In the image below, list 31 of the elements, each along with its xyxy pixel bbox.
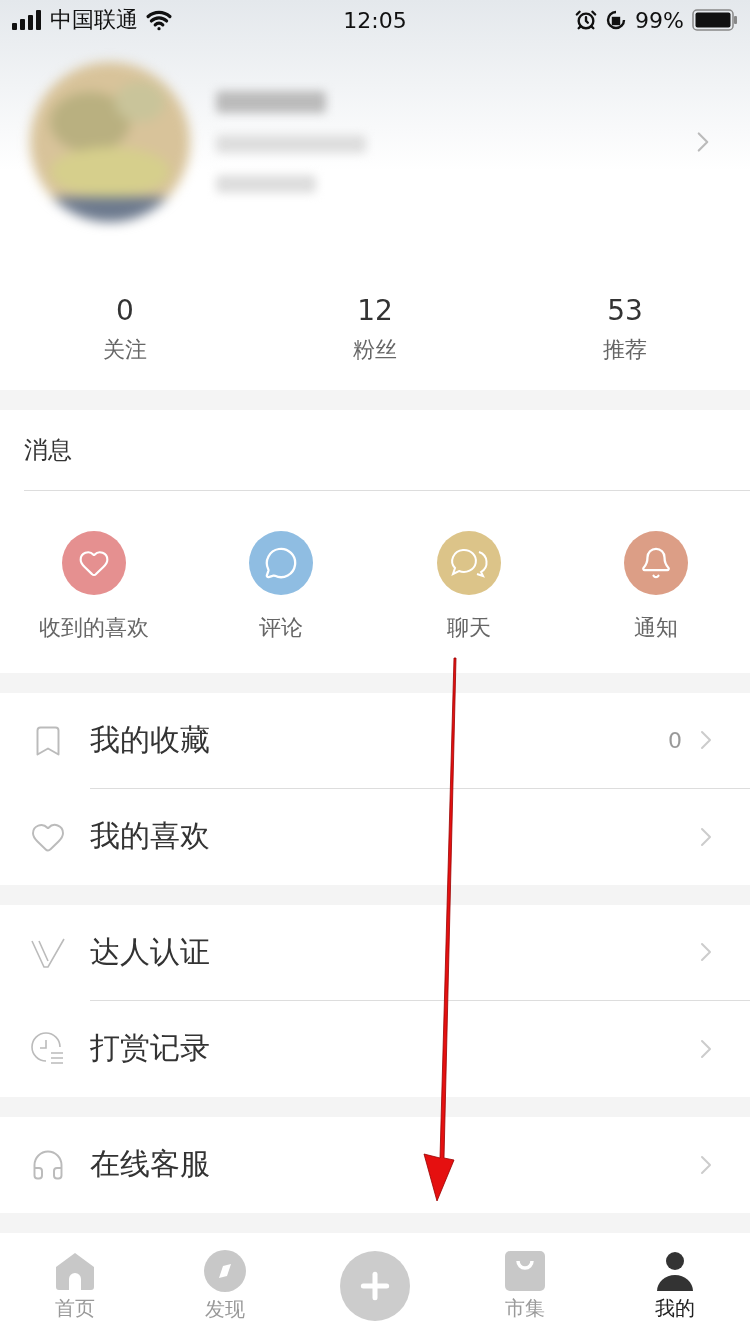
person-icon <box>654 1250 696 1291</box>
carrier-name: 中国联通 <box>50 6 138 34</box>
stat-count: 53 <box>607 293 643 327</box>
rotation-lock-icon <box>605 9 628 31</box>
battery-percent: 99% <box>635 7 684 33</box>
menu-item[interactable]: 我的收藏 <box>90 719 668 761</box>
stat-label[interactable]: 推荐 <box>603 334 647 365</box>
shopping-bag-icon <box>505 1250 545 1291</box>
message-type-label[interactable]: 通知 <box>634 612 679 643</box>
clock-time: 12:05 <box>343 7 407 33</box>
stat-label[interactable]: 粉丝 <box>353 334 397 365</box>
compass-icon <box>204 1249 246 1292</box>
alarm-icon <box>575 9 598 31</box>
menu-item[interactable]: 打赏记录 <box>90 1028 690 1070</box>
item-count: 0 <box>668 727 682 753</box>
tab-item[interactable]: 我的 <box>655 1294 695 1322</box>
message-type-label[interactable]: 评论 <box>259 612 304 643</box>
signal-icon <box>12 10 42 30</box>
menu-item[interactable]: 达人认证 <box>90 931 690 973</box>
v-icon <box>30 936 66 969</box>
stat-count: 0 <box>116 293 134 327</box>
stat-count: 12 <box>357 293 393 327</box>
home-icon <box>54 1250 96 1291</box>
battery-icon <box>692 9 738 31</box>
speech-bubble-icon <box>264 545 299 580</box>
section-title: 消息 <box>24 434 72 466</box>
message-type-label[interactable]: 收到的喜欢 <box>38 612 149 643</box>
menu-item[interactable]: 我的喜欢 <box>90 816 690 858</box>
stat-label[interactable]: 关注 <box>103 334 147 365</box>
message-type-label[interactable]: 聊天 <box>446 612 491 643</box>
clock-list-icon <box>30 1030 66 1067</box>
